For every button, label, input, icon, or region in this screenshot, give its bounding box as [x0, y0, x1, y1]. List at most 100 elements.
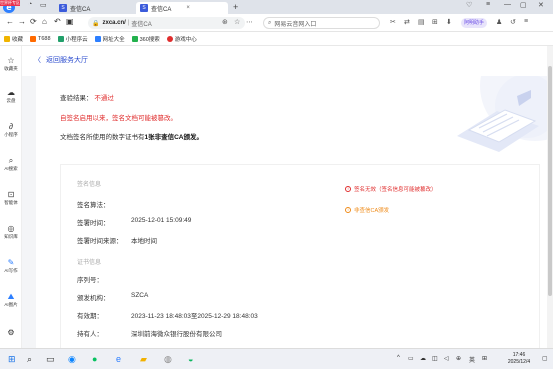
cut-icon[interactable]: ✂ [390, 18, 396, 26]
green-app-icon[interactable]: ◒ [188, 354, 193, 364]
tab-favicon-icon: S [59, 4, 67, 12]
translate-icon[interactable]: ⇄ [404, 18, 410, 26]
back-to-hall-link[interactable]: 〈 返回服务大厅 [34, 55, 88, 65]
verification-result-card: 查验结果： 不通过 自签名启用以来，签名文档可能被篡改。 文档签名所使用的数字证… [36, 76, 547, 348]
undo-icon[interactable]: ↶ [54, 17, 61, 26]
bookmark-360-search[interactable]: 360搜索 [131, 35, 160, 43]
windows-start-icon[interactable]: ⊞ [8, 354, 16, 364]
ai-assistant-badge[interactable]: 阿明助手 [461, 18, 488, 28]
sidebar-item-label: AI搜索 [4, 166, 18, 171]
new-tab-button[interactable]: + [233, 2, 238, 12]
edge-browser-icon[interactable]: ◉ [68, 354, 76, 364]
undo-close-icon[interactable]: ↺ [510, 18, 516, 26]
back-label: 返回服务大厅 [46, 57, 88, 64]
reader-icon[interactable]: ▤ [418, 18, 425, 26]
agent-icon: ⊡ [7, 190, 15, 199]
bookmark-1688[interactable]: T688 [30, 35, 51, 42]
search-input[interactable]: ⌕ 网易云音网入口 [263, 17, 380, 29]
tab-1[interactable]: S 查信CA [55, 2, 135, 14]
scrollbar-thumb[interactable] [548, 66, 552, 296]
row-key: 序列号： [77, 277, 103, 284]
close-tab-icon[interactable]: × [186, 5, 190, 11]
refresh-icon[interactable]: ⟳ [30, 17, 37, 26]
notification-icon[interactable]: ▢ [542, 355, 548, 362]
row-key: 签署时间： [77, 220, 110, 227]
account-icon[interactable]: ♟ [496, 18, 502, 26]
task-view-icon[interactable]: ▭ [46, 354, 55, 364]
system-clock[interactable]: 17:46 2025/12/4 [501, 352, 537, 366]
brand-tag: 世界杯专区 [0, 0, 20, 6]
mini-program-icon: ∂ [9, 122, 13, 131]
sidebar-item-cloud[interactable]: ☁ 云盘 [0, 88, 22, 104]
sidebar-item-agent[interactable]: ⊡ 智能体 [0, 190, 22, 206]
sidebar-item-knowledge[interactable]: ◎ 知识库 [0, 224, 22, 240]
bookmark-label: 360搜索 [139, 36, 160, 43]
bookmark-mini-program[interactable]: 小程序云 [57, 35, 88, 43]
ai-image-icon: ⛰ [7, 292, 15, 301]
sidebar-item-label: 小程序 [4, 132, 18, 137]
sidebar-item-ai-search[interactable]: ⌕ AI搜索 [0, 156, 22, 172]
clock-date: 2025/12/4 [507, 359, 531, 365]
row-value: 2025-12-01 15:09:49 [131, 217, 192, 224]
maximize-button[interactable]: ▢ [520, 1, 527, 9]
volume-icon[interactable]: ◁ [444, 355, 449, 362]
download-icon[interactable]: ⬇ [446, 18, 452, 26]
row-value: 本地时间 [131, 238, 157, 245]
search-icon[interactable]: ⌕ [27, 354, 32, 364]
bookmark-web-directory-icon [94, 35, 101, 42]
back-history-icon[interactable]: ◔ [28, 1, 32, 8]
sidebar-item-label: AI图片 [4, 302, 18, 307]
invalid-signature-warning: ! 签名无效（签名信息可能被篡改） [345, 185, 437, 193]
close-window-button[interactable]: ✕ [538, 1, 544, 9]
tab-2[interactable]: S 查信CA × [136, 2, 228, 14]
bookmark-1688-icon [30, 35, 37, 42]
grid-icon[interactable]: ⊞ [482, 355, 487, 362]
extensions-icon[interactable]: ⊞ [432, 18, 438, 26]
browser-menu-icon[interactable]: ≡ [524, 18, 528, 25]
minimize-button[interactable]: — [504, 1, 511, 8]
star-icon: ☆ [7, 56, 15, 65]
url-separator: | [127, 20, 130, 26]
bookmark-game-center[interactable]: 游戏中心 [166, 35, 197, 43]
bookmark-hao123[interactable]: 网址大全 [94, 35, 125, 43]
wechat-icon[interactable]: ● [92, 354, 97, 364]
bookmark-label: 游戏中心 [174, 36, 197, 43]
more-dots-icon[interactable]: ⋯ [246, 18, 253, 26]
tray-cloud-icon[interactable]: ☁ [420, 355, 426, 362]
sidebar-item-settings[interactable]: ⚙ [0, 328, 22, 338]
non-ca-warning: ! 非查信CA颁发 [345, 206, 389, 214]
compat-mode-icon[interactable]: ⊛ [222, 18, 228, 26]
browser-sidebar: ☆ 收藏夹 ☁ 云盘 ∂ 小程序 ⌕ AI搜索 ⊡ 智能体 ◎ 知识库 ✎ AI… [0, 46, 22, 348]
sidebar-item-ai-image[interactable]: ⛰ AI图片 [0, 292, 22, 308]
sidebar-item-mini-program[interactable]: ∂ 小程序 [0, 122, 22, 138]
page-scrollbar[interactable] [547, 46, 553, 348]
ime-language[interactable]: 英 [469, 355, 475, 364]
tray-chevron-up-icon[interactable]: ^ [397, 355, 400, 361]
sidebar-item-ai-write[interactable]: ✎ AI写作 [0, 258, 22, 274]
network-icon[interactable]: ◫ [432, 355, 438, 362]
gallery-icon[interactable]: ▣ [66, 17, 74, 26]
tray-app-icon[interactable]: ▭ [408, 355, 414, 362]
search-icon: ⌕ [268, 19, 272, 26]
bookmark-favorites[interactable]: 收藏 [4, 35, 23, 43]
certificate-section-title: 证书信息 [77, 260, 102, 266]
sidebar-item-label: 收藏夹 [4, 66, 18, 71]
tab-list-icon[interactable]: ▭ [40, 1, 47, 9]
menu-icon[interactable]: ≡ [486, 1, 490, 8]
favorite-star-icon[interactable]: ☆ [234, 18, 240, 26]
sidebar-item-favorites[interactable]: ☆ 收藏夹 [0, 56, 22, 72]
certificate-summary-text: 文档签名所使用的数字证书有 [60, 134, 145, 141]
app-icon[interactable]: ◍ [164, 354, 172, 364]
back-icon[interactable]: ← [6, 17, 14, 26]
forward-icon[interactable]: → [18, 17, 26, 26]
file-explorer-icon[interactable]: ▰ [140, 354, 147, 364]
ime-mode-icon[interactable]: ⊕ [456, 355, 461, 362]
signature-section-title: 签名信息 [77, 182, 102, 188]
browser-taskbar-icon[interactable]: e [116, 354, 121, 364]
knowledge-icon: ◎ [7, 224, 15, 233]
home-icon[interactable]: ⌂ [42, 17, 47, 26]
skin-icon[interactable]: ♡ [466, 1, 472, 9]
sidebar-item-label: 智能体 [4, 200, 18, 205]
row-key: 颁发机构： [77, 295, 110, 302]
tamper-warning: 自签名启用以来，签名文档可能被篡改。 [60, 115, 177, 122]
